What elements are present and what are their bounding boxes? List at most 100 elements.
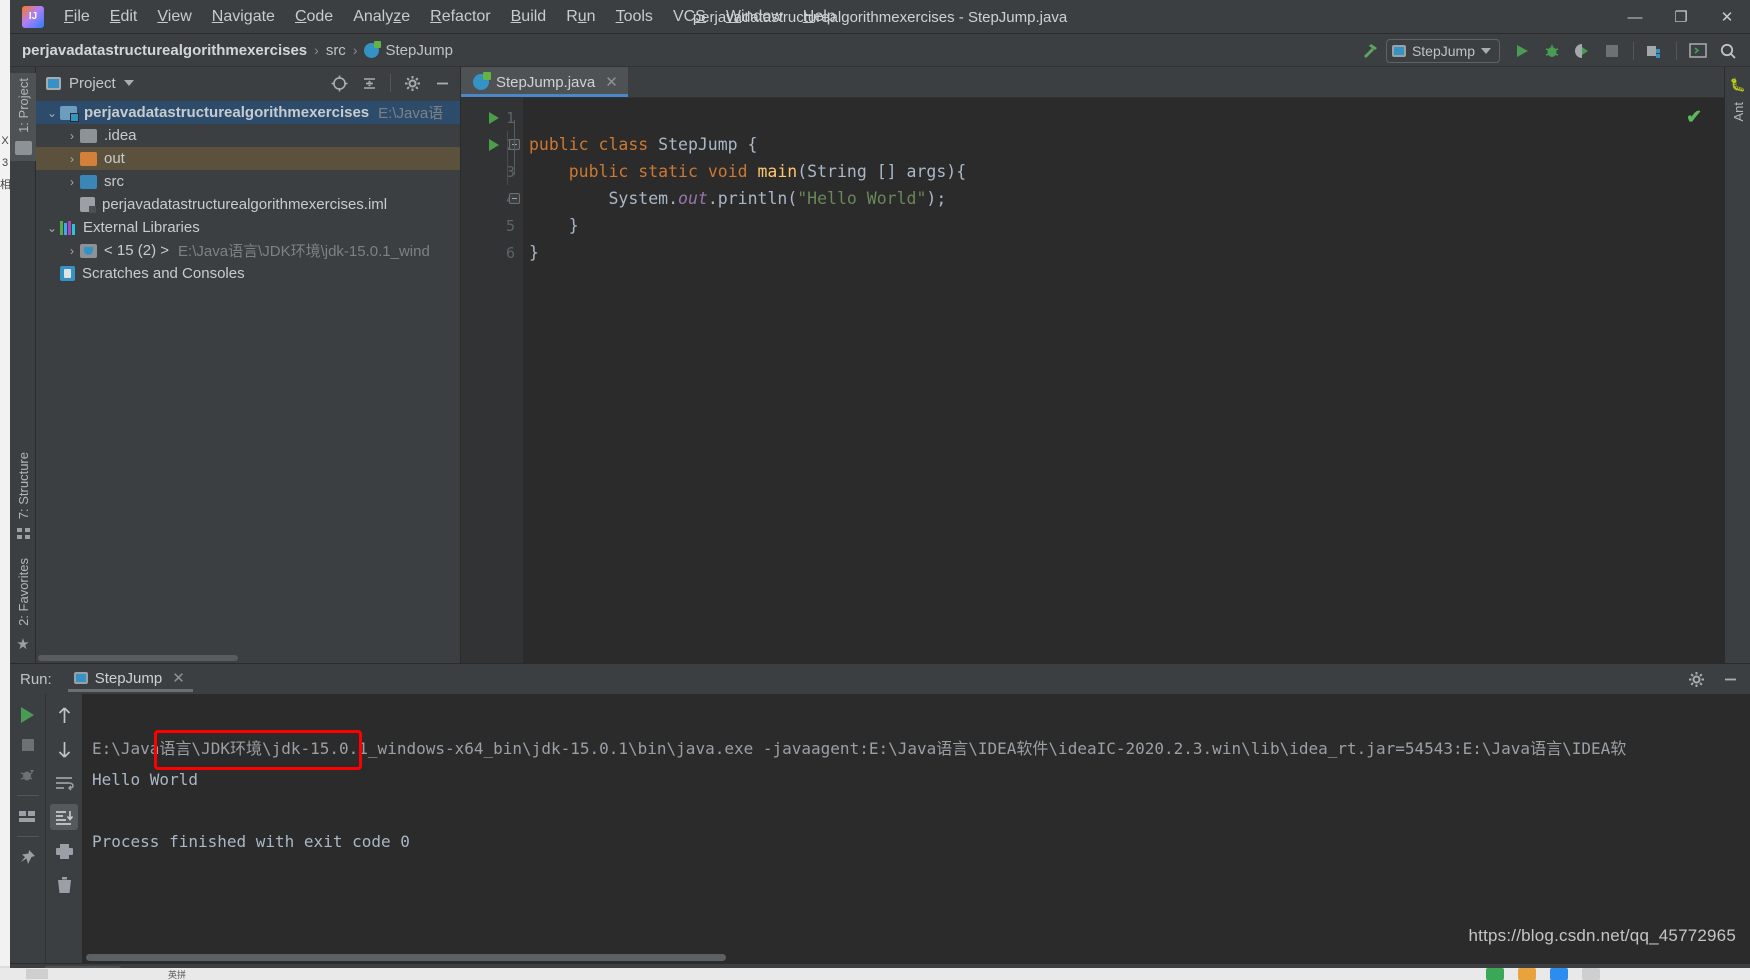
breadcrumb-src-label: src <box>325 41 346 59</box>
layout-settings-button[interactable] <box>14 803 42 829</box>
fold-collapse-icon[interactable] <box>509 193 520 204</box>
scrollbar-thumb[interactable] <box>38 655 238 661</box>
clear-all-button[interactable] <box>50 872 78 898</box>
console-command-line: E:\Java语言\JDK环境\jdk-15.0.1_windows-x64_b… <box>92 739 1627 758</box>
editor-tab-stepjump[interactable]: StepJump.java ✕ <box>461 67 628 97</box>
tray-icon-3[interactable] <box>1550 968 1568 980</box>
tree-node-src[interactable]: › src <box>36 170 460 193</box>
stop-button[interactable] <box>1598 38 1626 64</box>
hammer-icon[interactable] <box>1356 38 1384 64</box>
toolbar-divider <box>16 836 39 837</box>
menu-item-help[interactable]: Help <box>793 4 846 30</box>
editor-vertical-scrollbar[interactable] <box>1710 98 1724 663</box>
stop-button[interactable] <box>14 732 42 758</box>
sidebar-item-favorites[interactable]: 2: Favorites ★ <box>10 553 36 657</box>
settings-gear-icon[interactable] <box>398 70 426 96</box>
run-tab-stepjump[interactable]: StepJump ✕ <box>67 666 193 692</box>
menu-item-code[interactable]: Code <box>285 4 343 30</box>
close-button[interactable]: ✕ <box>1704 0 1750 34</box>
chevron-down-icon[interactable]: ⌄ <box>44 106 60 120</box>
pin-tab-button[interactable] <box>14 844 42 870</box>
tree-node-module-root[interactable]: ⌄ perjavadatastructurealgorithmexercises… <box>36 101 460 124</box>
console-horizontal-scrollbar[interactable] <box>82 951 1750 963</box>
tray-icon-1[interactable] <box>1486 968 1504 980</box>
menu-item-run[interactable]: Run <box>556 4 605 30</box>
sidebar-item-project[interactable]: 1: Project <box>10 73 36 161</box>
menu-item-tools[interactable]: Tools <box>606 4 663 30</box>
run-configuration-selector[interactable]: StepJump <box>1385 38 1500 63</box>
close-icon[interactable]: ✕ <box>605 73 618 91</box>
print-button[interactable] <box>50 838 78 864</box>
run-with-coverage-button[interactable] <box>1568 38 1596 64</box>
open-terminal-button[interactable] <box>1684 38 1712 64</box>
play-icon <box>21 707 34 723</box>
tree-node-out[interactable]: › out <box>36 147 460 170</box>
menu-item-file[interactable]: FFileile <box>54 4 100 30</box>
menu-item-view[interactable]: View <box>147 4 201 30</box>
line-number: 5 <box>505 216 515 235</box>
breadcrumb-class[interactable]: StepJump <box>364 40 454 59</box>
chevron-right-icon[interactable]: › <box>64 152 80 166</box>
tree-node-iml-file[interactable]: perjavadatastructurealgorithmexercises.i… <box>36 193 460 216</box>
menu-item-analyze[interactable]: Analyze <box>343 4 420 30</box>
project-horizontal-scrollbar[interactable] <box>36 652 460 663</box>
tree-node-external-libraries[interactable]: ⌄ External Libraries <box>36 216 460 239</box>
run-gutter-icon[interactable] <box>489 112 499 124</box>
menu-item-navigate[interactable]: Navigate <box>202 4 285 30</box>
menu-item-vcs[interactable]: VCS <box>663 4 716 30</box>
run-console[interactable]: E:\Java语言\JDK环境\jdk-15.0.1_windows-x64_b… <box>82 694 1750 963</box>
chevron-right-icon[interactable]: › <box>64 175 80 189</box>
search-everywhere-button[interactable] <box>1714 38 1742 64</box>
run-tool-window: Run: StepJump ✕ E:\Java语言\JDK环境\jdk-15.0… <box>10 663 1750 963</box>
menu-item-window[interactable]: Window <box>716 4 793 30</box>
inspection-status-icon[interactable]: ✔ <box>1686 106 1702 129</box>
breadcrumb-class-label: StepJump <box>385 41 454 59</box>
editor-gutter[interactable]: 1 2 3 4 <box>461 98 523 663</box>
taskbar-item[interactable] <box>26 969 48 979</box>
tree-node-scratches[interactable]: Scratches and Consoles <box>36 262 460 285</box>
run-gutter-icon[interactable] <box>489 139 499 151</box>
minimize-button[interactable]: — <box>1612 0 1658 34</box>
run-button[interactable] <box>1508 38 1536 64</box>
scroll-to-end-button[interactable] <box>50 804 78 830</box>
hide-panel-icon[interactable] <box>428 70 456 96</box>
scrollbar-thumb[interactable] <box>86 954 726 961</box>
select-opened-file-icon[interactable] <box>325 70 353 96</box>
chevron-down-icon[interactable] <box>123 80 134 86</box>
maximize-button[interactable]: ❐ <box>1658 0 1704 34</box>
tray-icon-2[interactable] <box>1518 968 1536 980</box>
debug-button[interactable] <box>1538 38 1566 64</box>
tree-node-jdk[interactable]: › < 15 (2) > E:\Java语言\JDK环境\jdk-15.0.1_… <box>36 239 460 262</box>
close-icon[interactable]: ✕ <box>172 669 185 687</box>
tray-icon-4[interactable] <box>1582 968 1600 980</box>
rerun-button[interactable] <box>14 702 42 728</box>
menu-item-refactor[interactable]: Refactor <box>420 4 500 30</box>
project-structure-button[interactable] <box>1641 38 1669 64</box>
hide-panel-icon[interactable] <box>1716 666 1744 692</box>
menu-item-build[interactable]: Build <box>501 4 557 30</box>
chevron-down-icon[interactable]: ⌄ <box>44 221 60 235</box>
up-the-stack-trace-button[interactable] <box>50 702 78 728</box>
run-second-toolbar <box>46 694 82 963</box>
libraries-icon <box>60 220 76 235</box>
ime-indicator[interactable]: 英拼 <box>168 968 186 980</box>
menu-item-edit[interactable]: Edit <box>100 4 148 30</box>
toolbar-divider <box>16 795 39 796</box>
breadcrumb-src[interactable]: src <box>326 42 346 59</box>
collapse-all-icon[interactable] <box>355 70 383 96</box>
settings-gear-icon[interactable] <box>1682 666 1710 692</box>
project-tree[interactable]: ⌄ perjavadatastructurealgorithmexercises… <box>36 99 460 652</box>
code-editor[interactable]: 1 2 3 4 <box>461 98 1724 663</box>
tree-node-idea[interactable]: › .idea <box>36 124 460 147</box>
indent-guide <box>507 131 508 185</box>
chevron-right-icon[interactable]: › <box>64 244 80 258</box>
code-text[interactable]: public class StepJump { public static vo… <box>507 98 1710 663</box>
debug-attach-button[interactable] <box>14 762 42 788</box>
breadcrumb-project[interactable]: perjavadatastructurealgorithmexercises <box>22 42 307 59</box>
chevron-right-icon[interactable]: › <box>64 129 80 143</box>
soft-wrap-button[interactable] <box>50 770 78 796</box>
down-the-stack-trace-button[interactable] <box>50 736 78 762</box>
sidebar-item-structure[interactable]: 7: Structure <box>10 447 36 543</box>
sidebar-item-ant[interactable]: 🐛 Ant <box>1725 73 1750 127</box>
toolbar-divider-2 <box>1676 41 1677 60</box>
